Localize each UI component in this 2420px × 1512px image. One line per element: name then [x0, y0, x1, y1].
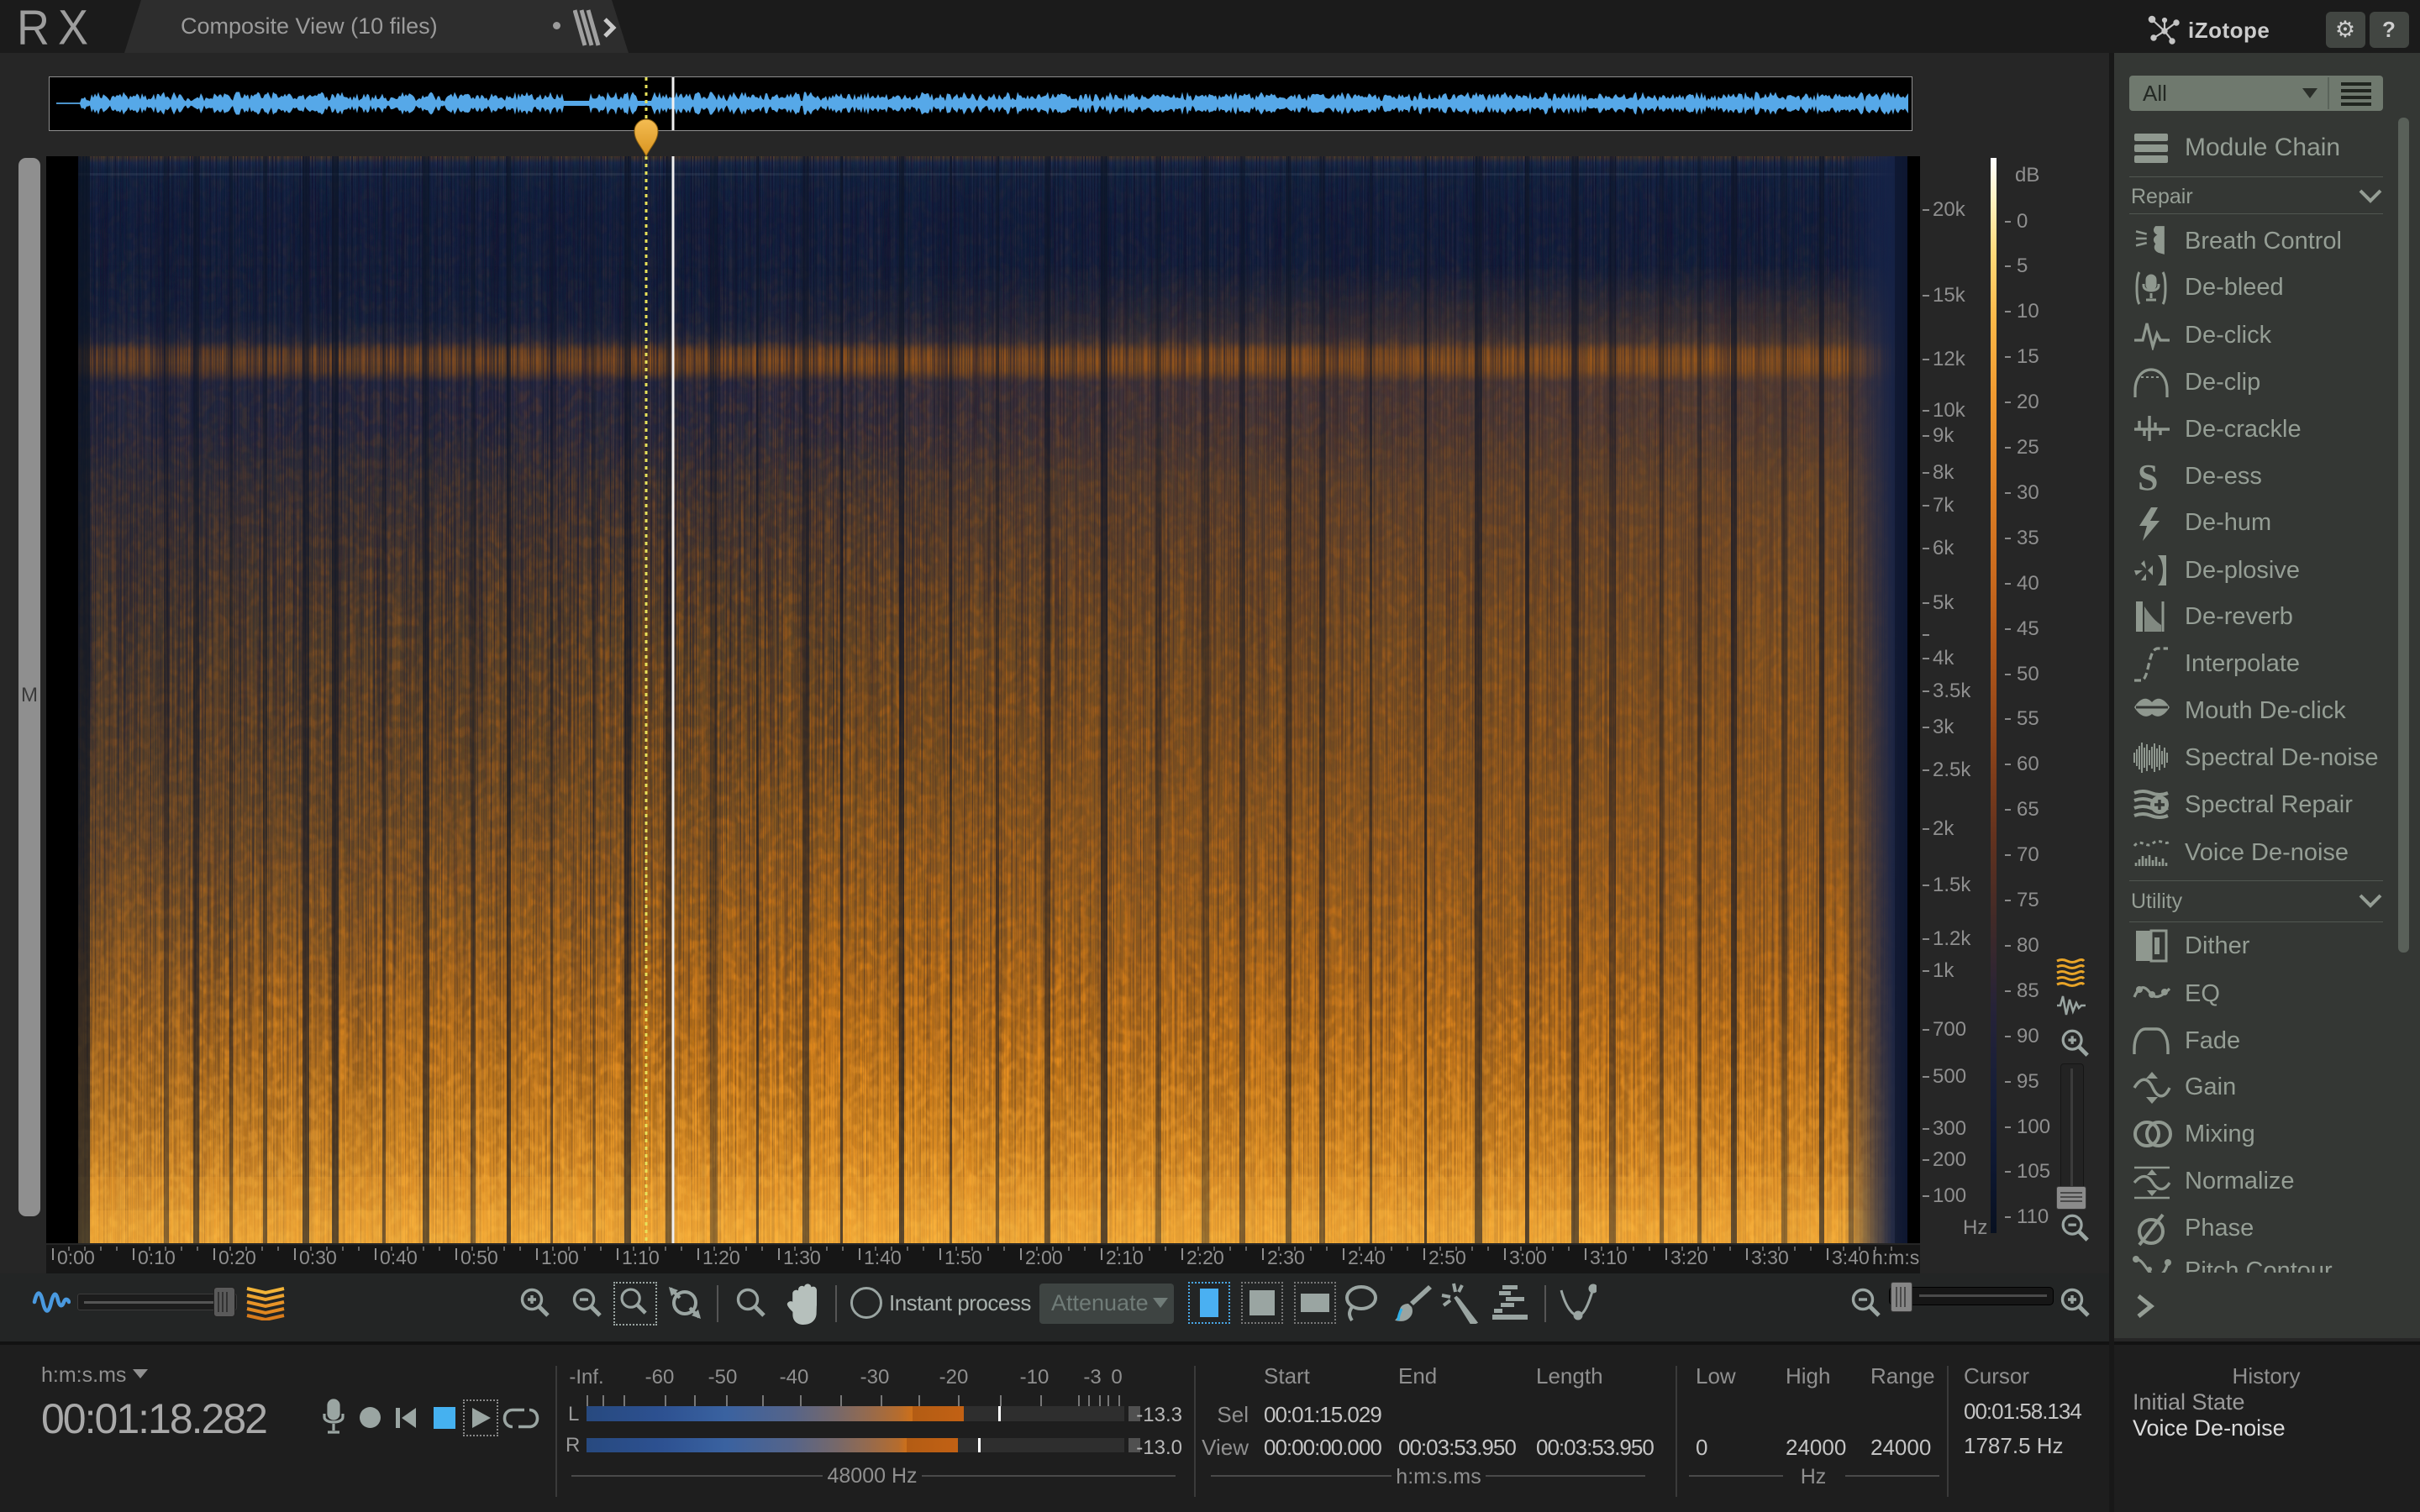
svg-text:S: S [2138, 459, 2158, 496]
